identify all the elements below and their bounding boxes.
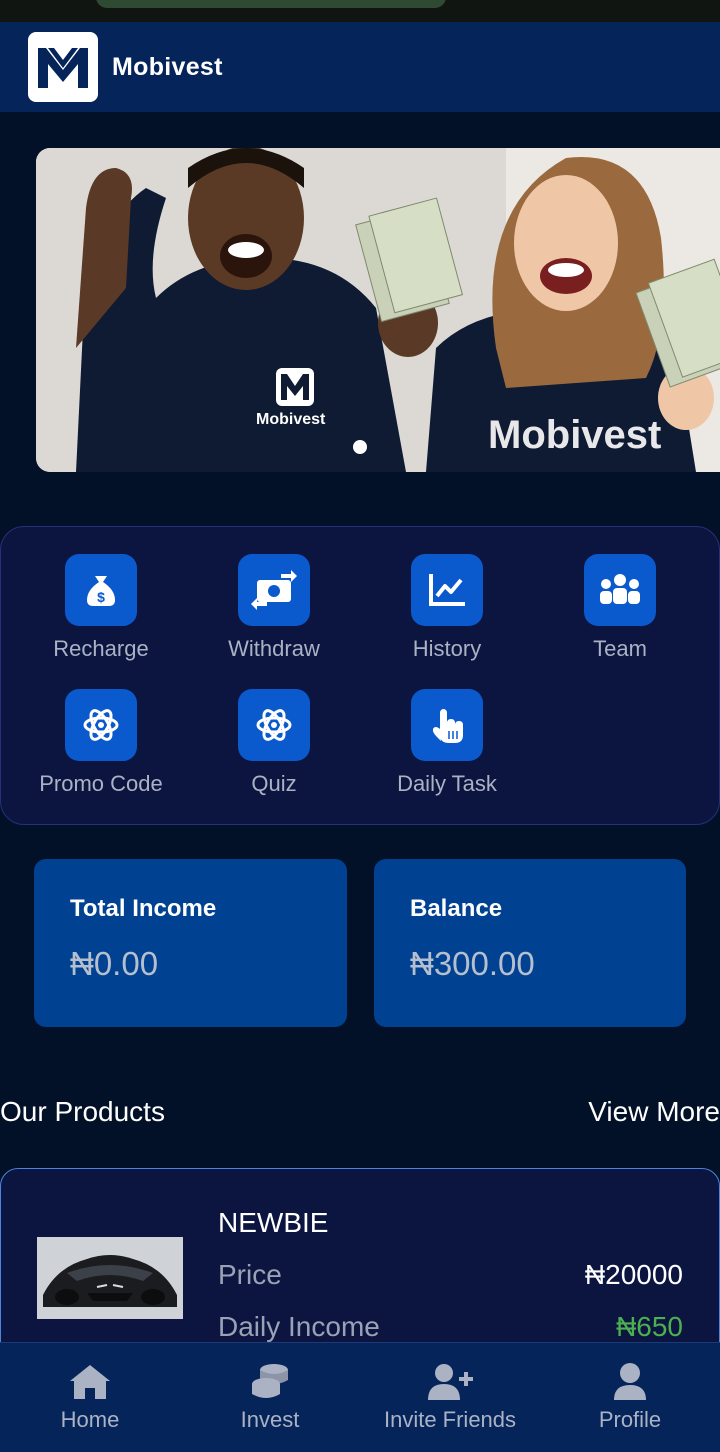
carousel-indicator[interactable]	[353, 440, 367, 454]
product-image	[37, 1237, 183, 1319]
people-group-icon	[584, 554, 656, 626]
nav-label: Profile	[598, 1407, 662, 1432]
balance-card: Balance ₦300.00	[374, 859, 686, 1027]
status-pill	[96, 0, 446, 8]
stat-value: ₦0.00	[70, 945, 159, 982]
nav-invite-friends[interactable]: Invite Friends	[360, 1343, 540, 1452]
action-daily-task[interactable]: Daily Task	[361, 689, 533, 809]
atom-icon	[238, 689, 310, 761]
action-label: Team	[593, 636, 647, 661]
action-history[interactable]: History	[361, 554, 533, 674]
user-plus-icon	[426, 1361, 474, 1403]
bottom-nav: Home Invest Invite Friends Profile	[0, 1342, 720, 1452]
atom-icon	[65, 689, 137, 761]
action-recharge[interactable]: $ Recharge	[15, 554, 187, 674]
logo-m-icon	[38, 48, 88, 88]
product-income-label: Daily Income	[218, 1311, 380, 1342]
action-label: Quiz	[251, 771, 297, 796]
cash-exchange-icon	[238, 554, 310, 626]
quick-actions-panel: $ Recharge Withdraw History Team Promo C…	[0, 526, 720, 825]
action-label: Daily Task	[397, 771, 497, 796]
action-label: History	[412, 636, 482, 661]
banner-shirt-text-right: Mobivest	[488, 413, 661, 457]
section-title: Our Products	[0, 1096, 165, 1127]
app-header: Mobivest	[0, 22, 720, 112]
stat-title: Total Income	[70, 895, 217, 922]
stat-title: Balance	[410, 895, 503, 922]
product-name: NEWBIE	[218, 1207, 329, 1238]
home-icon	[68, 1361, 112, 1403]
product-price-label: Price	[218, 1259, 282, 1290]
banner-image: Mobivest Mobivest	[36, 148, 720, 472]
product-price-value: ₦20000	[584, 1259, 683, 1290]
total-income-card: Total Income ₦0.00	[34, 859, 347, 1027]
action-withdraw[interactable]: Withdraw	[188, 554, 360, 674]
action-promo-code[interactable]: Promo Code	[15, 689, 187, 809]
money-bag-icon: $	[65, 554, 137, 626]
nav-invest[interactable]: Invest	[180, 1343, 360, 1452]
product-income-value: ₦650	[616, 1311, 683, 1342]
nav-home[interactable]: Home	[0, 1343, 180, 1452]
action-team[interactable]: Team	[534, 554, 706, 674]
chart-line-icon	[411, 554, 483, 626]
nav-profile[interactable]: Profile	[540, 1343, 720, 1452]
user-icon	[612, 1361, 648, 1403]
app-logo[interactable]	[28, 32, 98, 102]
coins-icon	[250, 1361, 290, 1403]
nav-label: Invite Friends	[383, 1407, 517, 1432]
view-more-link[interactable]: View More	[588, 1096, 720, 1128]
stat-value: ₦300.00	[410, 945, 535, 982]
action-label: Recharge	[53, 636, 149, 661]
promo-banner[interactable]: Mobivest Mobivest	[36, 148, 720, 472]
nav-label: Invest	[240, 1407, 300, 1432]
action-label: Promo Code	[39, 771, 163, 796]
action-quiz[interactable]: Quiz	[188, 689, 360, 809]
banner-shirt-text-left: Mobivest	[256, 411, 326, 428]
action-label: Withdraw	[228, 636, 320, 661]
nav-label: Home	[60, 1407, 120, 1432]
status-bar	[0, 0, 720, 22]
app-name: Mobivest	[112, 52, 223, 81]
svg-text:$: $	[97, 589, 105, 605]
hand-pointer-icon	[411, 689, 483, 761]
